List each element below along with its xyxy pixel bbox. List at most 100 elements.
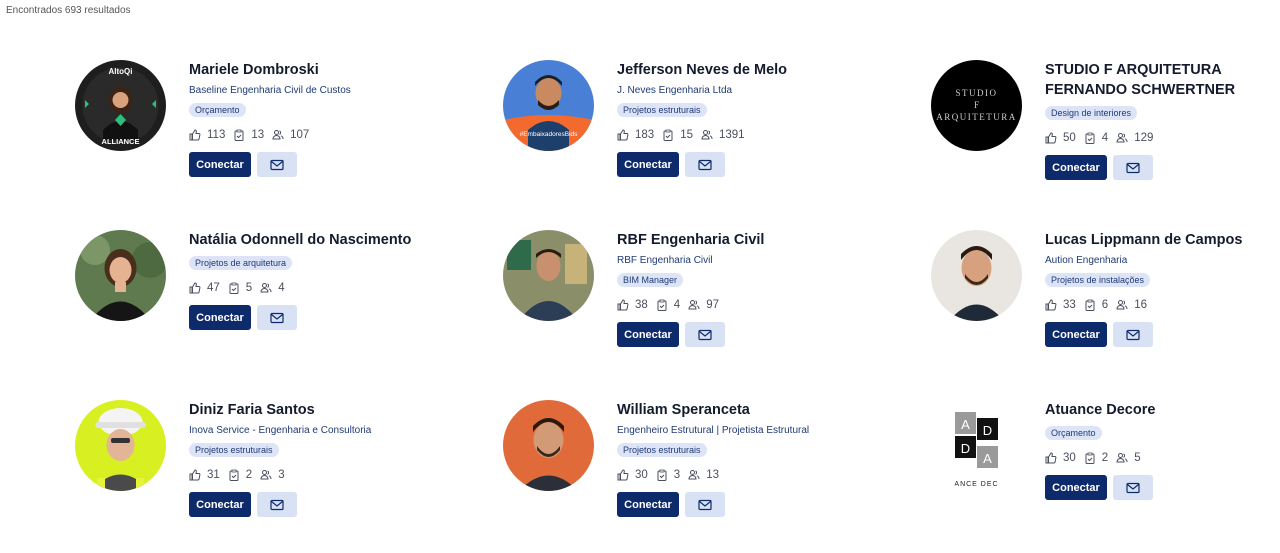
followers-count: 97: [706, 299, 719, 311]
specialty-tag: Projetos estruturais: [617, 443, 707, 457]
connect-button[interactable]: Conectar: [1045, 322, 1107, 347]
likes-count: 113: [207, 129, 226, 141]
thumbs-up-icon: [617, 299, 629, 311]
avatar[interactable]: [931, 230, 1022, 321]
results-count: Encontrados 693 resultados: [6, 5, 131, 16]
users-icon: [1116, 300, 1128, 310]
specialty-tag: Orçamento: [189, 103, 246, 117]
message-button[interactable]: [685, 492, 725, 517]
mail-icon: [270, 159, 284, 170]
mail-icon: [1126, 482, 1140, 493]
connect-button[interactable]: Conectar: [1045, 475, 1107, 500]
company-name: RBF Engenharia Civil: [617, 255, 713, 266]
clipboard-icon: [229, 282, 239, 294]
connect-button[interactable]: Conectar: [189, 492, 251, 517]
thumbs-up-icon: [617, 129, 629, 141]
followers-count: 16: [1134, 299, 1147, 311]
clipboard-icon: [1085, 452, 1095, 464]
professional-name[interactable]: William Speranceta: [617, 400, 877, 420]
likes-count: 31: [207, 469, 220, 481]
professional-name[interactable]: Diniz Faria Santos: [189, 400, 449, 420]
avatar-text-bottom: #EmbaixadoresBids: [520, 131, 579, 138]
projects-count: 13: [251, 129, 265, 141]
thumbs-up-icon: [189, 469, 201, 481]
professional-name[interactable]: RBF Engenharia Civil: [617, 230, 877, 250]
professional-name[interactable]: Jefferson Neves de Melo: [617, 60, 877, 80]
stats-row: 50 4 129: [1045, 131, 1280, 145]
thumbs-up-icon: [617, 469, 629, 481]
message-button[interactable]: [685, 152, 725, 177]
professional-name[interactable]: Natália Odonnell do Nascimento: [189, 230, 449, 250]
mail-icon: [698, 329, 712, 340]
users-icon: [260, 283, 272, 293]
avatar[interactable]: STUDIO F ARQUITETURA: [931, 60, 1022, 151]
likes-count: 50: [1063, 132, 1076, 144]
avatar-logo-letter: A: [983, 451, 992, 466]
message-button[interactable]: [1113, 475, 1153, 500]
projects-count: 2: [1101, 452, 1109, 464]
professional-name[interactable]: Atuance Decore: [1045, 400, 1280, 420]
thumbs-up-icon: [189, 129, 201, 141]
avatar[interactable]: #EmbaixadoresBids: [503, 60, 594, 151]
users-icon: [688, 470, 700, 480]
company-name: J. Neves Engenharia Ltda: [617, 85, 733, 96]
avatar[interactable]: AltoQi ALLIANCE: [75, 60, 166, 151]
clipboard-icon: [229, 469, 239, 481]
company-name: Aution Engenharia: [1045, 255, 1128, 266]
avatar[interactable]: A D D A ANCE DEC: [931, 400, 1022, 491]
likes-count: 183: [635, 129, 655, 141]
users-icon: [688, 300, 700, 310]
avatar-logo-line-2: F: [974, 100, 979, 110]
message-button[interactable]: [257, 152, 297, 177]
message-button[interactable]: [685, 322, 725, 347]
specialty-tag: Projetos estruturais: [189, 443, 279, 457]
avatar-logo-letter: D: [983, 423, 992, 438]
followers-count: 129: [1134, 132, 1154, 144]
stats-row: 31 2 3: [189, 468, 449, 482]
professional-name[interactable]: STUDIO F ARQUITETURA FERNANDO SCHWERTNER: [1045, 60, 1280, 100]
professional-card: A D D A ANCE DEC Atuance Decore Orçament…: [931, 400, 1231, 540]
specialty-tag: Orçamento: [1045, 426, 1102, 440]
followers-count: 5: [1134, 452, 1141, 464]
projects-count: 6: [1101, 299, 1109, 311]
professional-card: RBF Engenharia Civil RBF Engenharia Civi…: [503, 230, 803, 370]
message-button[interactable]: [257, 492, 297, 517]
likes-count: 30: [635, 469, 648, 481]
mail-icon: [270, 499, 284, 510]
avatar[interactable]: [75, 230, 166, 321]
stats-row: 183 15 1391: [617, 128, 877, 142]
mail-icon: [270, 312, 284, 323]
company-name: Inova Service - Engenharia e Consultoria: [189, 425, 372, 436]
avatar[interactable]: [503, 230, 594, 321]
clipboard-icon: [1085, 132, 1095, 144]
professional-name[interactable]: Mariele Dombroski: [189, 60, 449, 80]
connect-button[interactable]: Conectar: [189, 305, 251, 330]
mail-icon: [698, 159, 712, 170]
message-button[interactable]: [257, 305, 297, 330]
projects-count: 2: [245, 469, 253, 481]
professional-card: Natália Odonnell do Nascimento Projetos …: [75, 230, 411, 370]
mail-icon: [1126, 329, 1140, 340]
connect-button[interactable]: Conectar: [617, 322, 679, 347]
message-button[interactable]: [1113, 322, 1153, 347]
stats-row: 33 6 16: [1045, 298, 1280, 312]
message-button[interactable]: [1113, 155, 1153, 180]
avatar-logo-letter: A: [961, 417, 970, 432]
connect-button[interactable]: Conectar: [617, 492, 679, 517]
connect-button[interactable]: Conectar: [189, 152, 251, 177]
stats-row: 47 5 4: [189, 281, 449, 295]
projects-count: 4: [673, 299, 681, 311]
followers-count: 4: [278, 282, 285, 294]
connect-button[interactable]: Conectar: [617, 152, 679, 177]
users-icon: [701, 130, 713, 140]
clipboard-icon: [657, 299, 667, 311]
clipboard-icon: [234, 129, 244, 141]
stats-row: 113 13 107: [189, 128, 449, 142]
avatar[interactable]: [503, 400, 594, 491]
users-icon: [1116, 133, 1128, 143]
professional-name[interactable]: Lucas Lippmann de Campos: [1045, 230, 1280, 250]
connect-button[interactable]: Conectar: [1045, 155, 1107, 180]
likes-count: 33: [1063, 299, 1076, 311]
thumbs-up-icon: [189, 282, 201, 294]
avatar[interactable]: [75, 400, 166, 491]
